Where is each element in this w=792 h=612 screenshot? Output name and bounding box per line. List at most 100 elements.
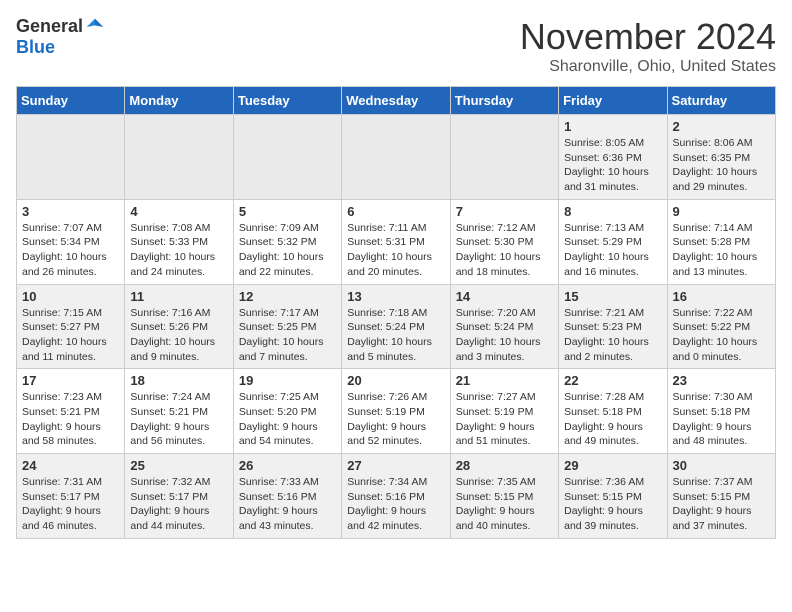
calendar-header-row: SundayMondayTuesdayWednesdayThursdayFrid… xyxy=(17,87,776,115)
location-title: Sharonville, Ohio, United States xyxy=(520,58,776,76)
weekday-header-thursday: Thursday xyxy=(450,87,558,115)
day-info: Sunrise: 7:11 AM Sunset: 5:31 PM Dayligh… xyxy=(347,221,444,280)
day-info: Sunrise: 7:08 AM Sunset: 5:33 PM Dayligh… xyxy=(130,221,227,280)
day-number: 14 xyxy=(456,289,553,304)
day-info: Sunrise: 7:17 AM Sunset: 5:25 PM Dayligh… xyxy=(239,306,336,365)
day-number: 18 xyxy=(130,373,227,388)
month-title: November 2024 xyxy=(520,16,776,58)
day-info: Sunrise: 8:06 AM Sunset: 6:35 PM Dayligh… xyxy=(673,136,770,195)
calendar-cell: 28 Sunrise: 7:35 AM Sunset: 5:15 PM Dayli… xyxy=(450,454,558,539)
calendar-cell: 7 Sunrise: 7:12 AM Sunset: 5:30 PM Daylig… xyxy=(450,199,558,284)
day-info: Sunrise: 8:05 AM Sunset: 6:36 PM Dayligh… xyxy=(564,136,661,195)
day-number: 16 xyxy=(673,289,770,304)
day-info: Sunrise: 7:34 AM Sunset: 5:16 PM Dayligh… xyxy=(347,475,444,534)
weekday-header-sunday: Sunday xyxy=(17,87,125,115)
day-info: Sunrise: 7:12 AM Sunset: 5:30 PM Dayligh… xyxy=(456,221,553,280)
day-info: Sunrise: 7:20 AM Sunset: 5:24 PM Dayligh… xyxy=(456,306,553,365)
calendar-cell xyxy=(125,115,233,200)
calendar-cell: 30 Sunrise: 7:37 AM Sunset: 5:15 PM Dayli… xyxy=(667,454,775,539)
logo-icon xyxy=(85,17,105,37)
calendar-cell: 13 Sunrise: 7:18 AM Sunset: 5:24 PM Dayli… xyxy=(342,284,450,369)
calendar-week-row: 10 Sunrise: 7:15 AM Sunset: 5:27 PM Dayli… xyxy=(17,284,776,369)
day-number: 25 xyxy=(130,458,227,473)
calendar-cell: 2 Sunrise: 8:06 AM Sunset: 6:35 PM Daylig… xyxy=(667,115,775,200)
day-number: 10 xyxy=(22,289,119,304)
day-info: Sunrise: 7:23 AM Sunset: 5:21 PM Dayligh… xyxy=(22,390,119,449)
day-number: 22 xyxy=(564,373,661,388)
day-number: 15 xyxy=(564,289,661,304)
day-info: Sunrise: 7:09 AM Sunset: 5:32 PM Dayligh… xyxy=(239,221,336,280)
calendar-cell: 18 Sunrise: 7:24 AM Sunset: 5:21 PM Dayli… xyxy=(125,369,233,454)
day-number: 29 xyxy=(564,458,661,473)
calendar-week-row: 24Sunrise: 7:31 AM Sunset: 5:17 PM Dayli… xyxy=(17,454,776,539)
day-number: 30 xyxy=(673,458,770,473)
calendar-week-row: 17 Sunrise: 7:23 AM Sunset: 5:21 PM Dayli… xyxy=(17,369,776,454)
calendar-cell: 10 Sunrise: 7:15 AM Sunset: 5:27 PM Dayli… xyxy=(17,284,125,369)
calendar-cell: 1 Sunrise: 8:05 AM Sunset: 6:36 PM Daylig… xyxy=(559,115,667,200)
title-area: November 2024 Sharonville, Ohio, United … xyxy=(520,16,776,76)
day-info: Sunrise: 7:22 AM Sunset: 5:22 PM Dayligh… xyxy=(673,306,770,365)
calendar-table: SundayMondayTuesdayWednesdayThursdayFrid… xyxy=(16,86,776,539)
logo-blue-text: Blue xyxy=(16,37,55,58)
day-number: 12 xyxy=(239,289,336,304)
calendar-week-row: 1 Sunrise: 8:05 AM Sunset: 6:36 PM Daylig… xyxy=(17,115,776,200)
day-number: 6 xyxy=(347,204,444,219)
day-info: Sunrise: 7:37 AM Sunset: 5:15 PM Dayligh… xyxy=(673,475,770,534)
calendar-cell: 15 Sunrise: 7:21 AM Sunset: 5:23 PM Dayli… xyxy=(559,284,667,369)
calendar-cell: 8Sunrise: 7:13 AM Sunset: 5:29 PM Daylig… xyxy=(559,199,667,284)
weekday-header-wednesday: Wednesday xyxy=(342,87,450,115)
day-info: Sunrise: 7:15 AM Sunset: 5:27 PM Dayligh… xyxy=(22,306,119,365)
calendar-cell: 5Sunrise: 7:09 AM Sunset: 5:32 PM Daylig… xyxy=(233,199,341,284)
calendar-cell: 16 Sunrise: 7:22 AM Sunset: 5:22 PM Dayli… xyxy=(667,284,775,369)
weekday-header-tuesday: Tuesday xyxy=(233,87,341,115)
day-info: Sunrise: 7:21 AM Sunset: 5:23 PM Dayligh… xyxy=(564,306,661,365)
day-number: 21 xyxy=(456,373,553,388)
calendar-cell xyxy=(342,115,450,200)
day-number: 9 xyxy=(673,204,770,219)
calendar-cell: 26Sunrise: 7:33 AM Sunset: 5:16 PM Dayli… xyxy=(233,454,341,539)
day-info: Sunrise: 7:27 AM Sunset: 5:19 PM Dayligh… xyxy=(456,390,553,449)
day-info: Sunrise: 7:24 AM Sunset: 5:21 PM Dayligh… xyxy=(130,390,227,449)
day-info: Sunrise: 7:36 AM Sunset: 5:15 PM Dayligh… xyxy=(564,475,661,534)
day-number: 28 xyxy=(456,458,553,473)
day-info: Sunrise: 7:18 AM Sunset: 5:24 PM Dayligh… xyxy=(347,306,444,365)
day-info: Sunrise: 7:07 AM Sunset: 5:34 PM Dayligh… xyxy=(22,221,119,280)
logo: General Blue xyxy=(16,16,105,58)
day-info: Sunrise: 7:25 AM Sunset: 5:20 PM Dayligh… xyxy=(239,390,336,449)
day-number: 7 xyxy=(456,204,553,219)
day-info: Sunrise: 7:14 AM Sunset: 5:28 PM Dayligh… xyxy=(673,221,770,280)
day-info: Sunrise: 7:13 AM Sunset: 5:29 PM Dayligh… xyxy=(564,221,661,280)
weekday-header-friday: Friday xyxy=(559,87,667,115)
day-number: 3 xyxy=(22,204,119,219)
calendar-cell: 12 Sunrise: 7:17 AM Sunset: 5:25 PM Dayli… xyxy=(233,284,341,369)
calendar-cell: 21 Sunrise: 7:27 AM Sunset: 5:19 PM Dayli… xyxy=(450,369,558,454)
day-number: 1 xyxy=(564,119,661,134)
day-number: 19 xyxy=(239,373,336,388)
calendar-cell: 23Sunrise: 7:30 AM Sunset: 5:18 PM Dayli… xyxy=(667,369,775,454)
calendar-cell: 24Sunrise: 7:31 AM Sunset: 5:17 PM Dayli… xyxy=(17,454,125,539)
day-info: Sunrise: 7:31 AM Sunset: 5:17 PM Dayligh… xyxy=(22,475,119,534)
day-info: Sunrise: 7:35 AM Sunset: 5:15 PM Dayligh… xyxy=(456,475,553,534)
calendar-cell xyxy=(17,115,125,200)
day-info: Sunrise: 7:30 AM Sunset: 5:18 PM Dayligh… xyxy=(673,390,770,449)
day-info: Sunrise: 7:32 AM Sunset: 5:17 PM Dayligh… xyxy=(130,475,227,534)
calendar-cell xyxy=(450,115,558,200)
calendar-cell: 14 Sunrise: 7:20 AM Sunset: 5:24 PM Dayli… xyxy=(450,284,558,369)
header: General Blue November 2024 Sharonville, … xyxy=(16,16,776,76)
calendar-week-row: 3 Sunrise: 7:07 AM Sunset: 5:34 PM Daylig… xyxy=(17,199,776,284)
calendar-cell: 11Sunrise: 7:16 AM Sunset: 5:26 PM Dayli… xyxy=(125,284,233,369)
calendar-cell: 6 Sunrise: 7:11 AM Sunset: 5:31 PM Daylig… xyxy=(342,199,450,284)
day-info: Sunrise: 7:16 AM Sunset: 5:26 PM Dayligh… xyxy=(130,306,227,365)
calendar-cell: 17 Sunrise: 7:23 AM Sunset: 5:21 PM Dayli… xyxy=(17,369,125,454)
day-number: 27 xyxy=(347,458,444,473)
calendar-cell: 3 Sunrise: 7:07 AM Sunset: 5:34 PM Daylig… xyxy=(17,199,125,284)
calendar-cell: 22Sunrise: 7:28 AM Sunset: 5:18 PM Dayli… xyxy=(559,369,667,454)
calendar-cell: 9 Sunrise: 7:14 AM Sunset: 5:28 PM Daylig… xyxy=(667,199,775,284)
day-number: 13 xyxy=(347,289,444,304)
weekday-header-saturday: Saturday xyxy=(667,87,775,115)
calendar-cell xyxy=(233,115,341,200)
day-number: 17 xyxy=(22,373,119,388)
day-number: 2 xyxy=(673,119,770,134)
day-info: Sunrise: 7:33 AM Sunset: 5:16 PM Dayligh… xyxy=(239,475,336,534)
calendar-cell: 4Sunrise: 7:08 AM Sunset: 5:33 PM Daylig… xyxy=(125,199,233,284)
